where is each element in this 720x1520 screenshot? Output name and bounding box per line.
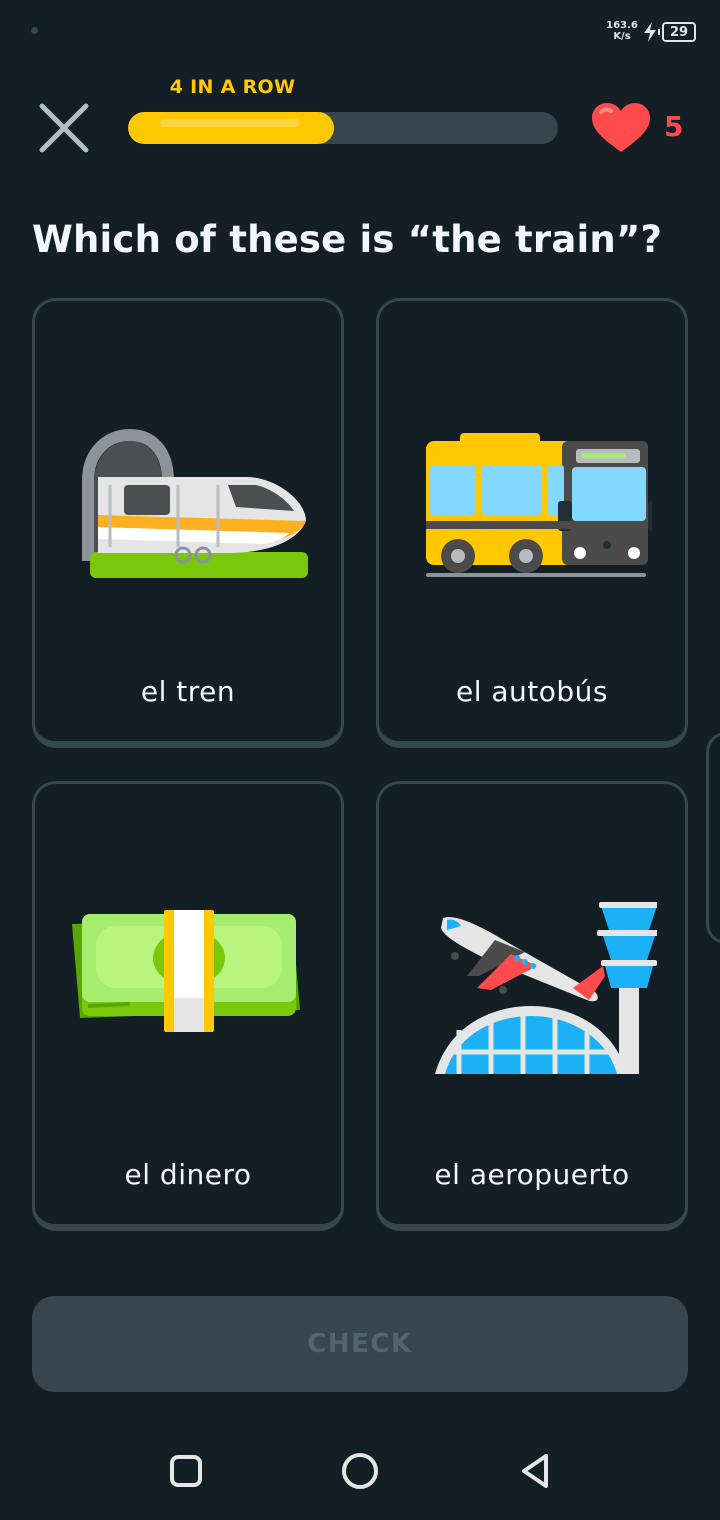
option-card-airport[interactable]: el aeropuerto [376, 781, 688, 1231]
question-prompt: Which of these is “the train”? [32, 218, 663, 261]
status-bar: 163.6 K/s 29 [0, 0, 720, 60]
lesson-progress-bar [128, 112, 558, 144]
square-icon [170, 1455, 202, 1487]
option-label: el tren [140, 675, 236, 708]
back-triangle-icon [522, 1454, 548, 1488]
home-button[interactable] [335, 1446, 385, 1496]
bus-icon [426, 433, 652, 577]
battery-level: 29 [669, 24, 689, 40]
hearts-count: 5 [664, 110, 684, 143]
streak-label: 4 IN A ROW [169, 76, 296, 98]
check-button[interactable]: CHECK [32, 1296, 688, 1392]
charging-icon [644, 22, 660, 42]
option-image [379, 411, 685, 591]
train-icon [82, 428, 308, 578]
edge-panel-handle[interactable] [706, 732, 720, 944]
option-image [35, 894, 341, 1074]
close-icon [39, 103, 89, 153]
option-label: el aeropuerto [434, 1158, 630, 1191]
heart-icon [592, 103, 650, 152]
back-button[interactable] [510, 1446, 560, 1496]
network-speed-unit: K/s [613, 31, 631, 42]
airport-icon [435, 902, 657, 1074]
lesson-progress-fill [128, 112, 335, 144]
notification-dot [31, 27, 38, 34]
money-icon [72, 910, 300, 1032]
option-label: el autobús [455, 675, 609, 708]
progress-shine [160, 119, 300, 127]
option-card-money[interactable]: el dinero [32, 781, 344, 1231]
option-image [379, 894, 685, 1074]
network-speed-value: 163.6 [606, 20, 638, 31]
network-speed: 163.6 K/s [606, 20, 638, 42]
option-card-train[interactable]: el tren [32, 298, 344, 748]
option-image [35, 411, 341, 591]
close-button[interactable] [38, 102, 90, 154]
recent-apps-button[interactable] [161, 1446, 211, 1496]
battery-indicator: 29 [662, 22, 696, 42]
option-card-bus[interactable]: el autobús [376, 298, 688, 748]
circle-icon [342, 1453, 378, 1489]
option-label: el dinero [124, 1158, 252, 1191]
